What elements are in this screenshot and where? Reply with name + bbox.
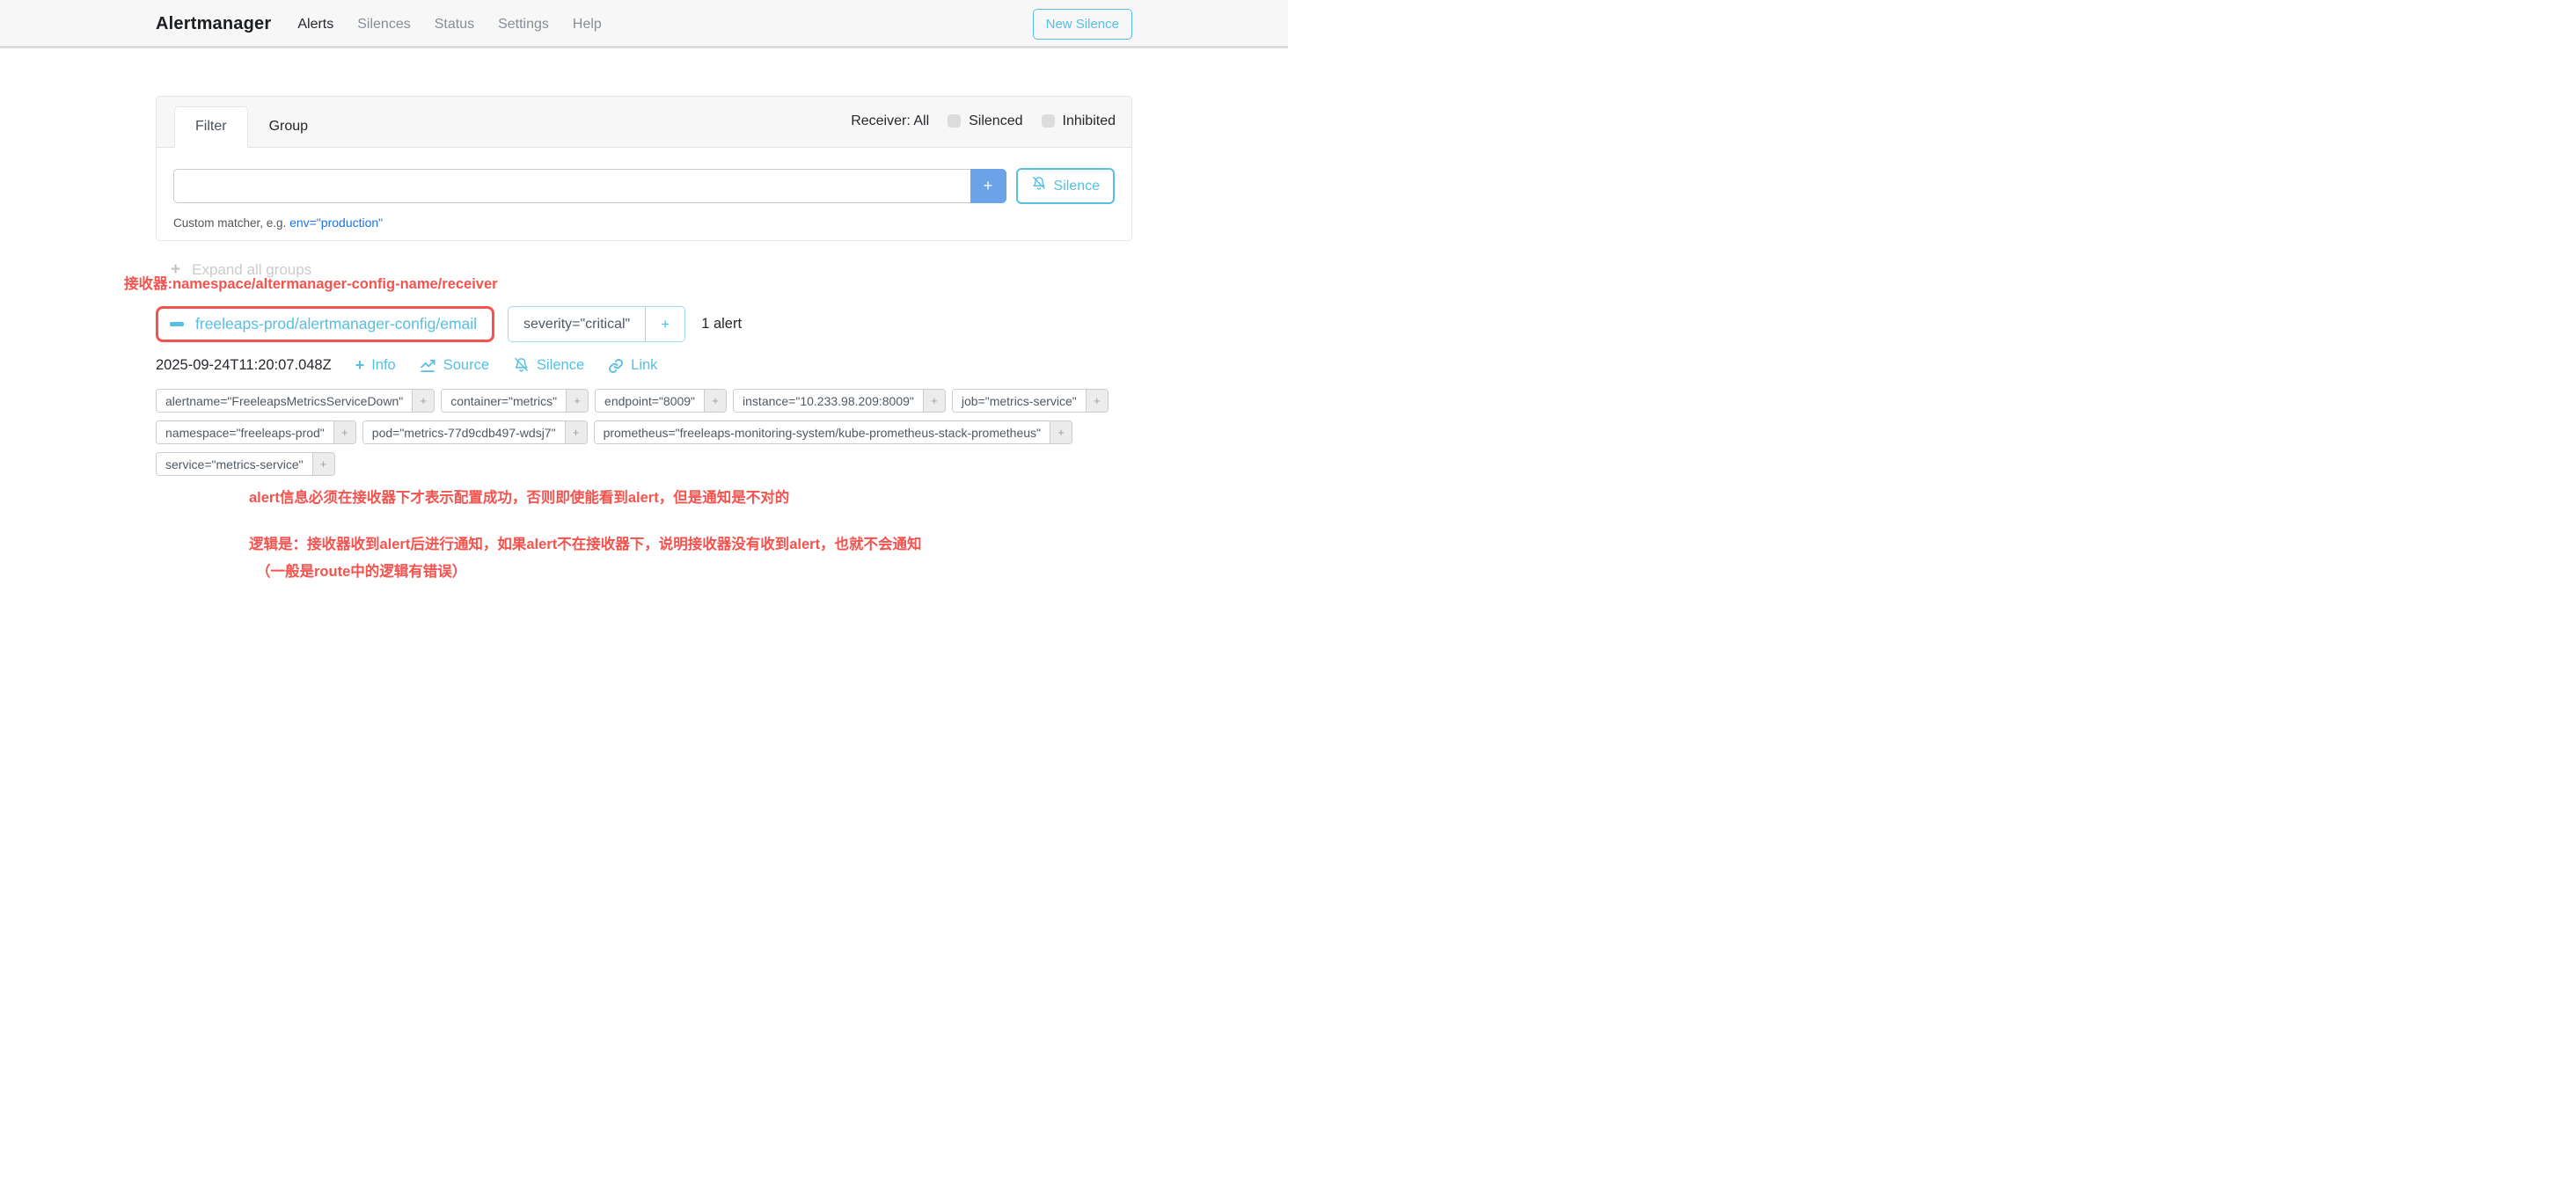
alert-label-add-filter-button[interactable]: +	[333, 421, 355, 443]
alert-label-tag: alertname="FreeleapsMetricsServiceDown"+	[156, 389, 435, 413]
silence-alert-link[interactable]: Silence	[513, 357, 584, 374]
alert-labels: alertname="FreeleapsMetricsServiceDown"+…	[156, 389, 1132, 476]
inhibited-checkbox[interactable]	[1042, 114, 1055, 128]
matcher-input[interactable]	[173, 169, 970, 203]
alert-label-text[interactable]: job="metrics-service"	[953, 390, 1086, 412]
plus-icon: +	[355, 356, 365, 375]
source-label: Source	[443, 357, 489, 374]
annotation-highlight-box[interactable]: freeleaps-prod/alertmanager-config/email	[156, 306, 494, 342]
alert-label-add-filter-button[interactable]: +	[566, 390, 588, 412]
alert-label-tag: endpoint="8009"+	[595, 389, 727, 413]
alert-label-tag: namespace="freeleaps-prod"+	[156, 420, 356, 444]
group-matcher-label: severity="critical"	[509, 307, 645, 341]
alert-label-text[interactable]: pod="metrics-77d9cdb497-wdsj7"	[363, 421, 565, 443]
group-name[interactable]: freeleaps-prod/alertmanager-config/email	[195, 315, 477, 333]
new-silence-button[interactable]: New Silence	[1033, 9, 1132, 40]
nav-item-silences[interactable]: Silences	[357, 17, 410, 33]
silence-button-label: Silence	[1054, 179, 1100, 194]
alert-label-text[interactable]: alertname="FreeleapsMetricsServiceDown"	[157, 390, 412, 412]
alert-label-add-filter-button[interactable]: +	[412, 390, 434, 412]
inhibited-toggle[interactable]: Inhibited	[1042, 113, 1116, 129]
alert-actions-row: 2025-09-24T11:20:07.048Z + Info	[156, 356, 1132, 375]
alert-label-tag: service="metrics-service"+	[156, 452, 335, 476]
alert-label-tag: job="metrics-service"+	[952, 389, 1109, 413]
alert-count: 1 alert	[701, 316, 742, 333]
helper-text: Custom matcher, e.g.	[173, 216, 286, 230]
annotation-note-3: （一般是route中的逻辑有错误）	[256, 559, 1132, 581]
info-link[interactable]: + Info	[355, 356, 396, 375]
alert-label-tag: instance="10.233.98.209:8009"+	[733, 389, 946, 413]
alert-label-add-filter-button[interactable]: +	[1086, 390, 1108, 412]
link-icon	[608, 358, 624, 374]
filter-card-header: Filter Group Receiver: All Silenced Inhi…	[157, 97, 1131, 148]
inhibited-label: Inhibited	[1063, 113, 1116, 129]
alert-label-text[interactable]: prometheus="freeleaps-monitoring-system/…	[595, 421, 1050, 443]
app-brand[interactable]: Alertmanager	[156, 14, 271, 34]
nav-item-alerts[interactable]: Alerts	[297, 17, 333, 33]
alert-label-text[interactable]: container="metrics"	[442, 390, 566, 412]
alert-label-add-filter-button[interactable]: +	[565, 421, 587, 443]
nav-item-help[interactable]: Help	[573, 17, 602, 33]
nav-item-settings[interactable]: Settings	[498, 17, 549, 33]
alert-label-add-filter-button[interactable]: +	[923, 390, 945, 412]
silence-label: Silence	[537, 357, 584, 374]
annotation-note-2: 逻辑是：接收器收到alert后进行通知，如果alert不在接收器下，说明接收器没…	[249, 532, 1132, 553]
alert-label-text[interactable]: endpoint="8009"	[596, 390, 704, 412]
alert-label-tag: pod="metrics-77d9cdb497-wdsj7"+	[362, 420, 588, 444]
alert-label-text[interactable]: service="metrics-service"	[157, 453, 312, 475]
collapse-minus-icon	[170, 322, 184, 326]
navbar: Alertmanager Alerts Silences Status Sett…	[0, 0, 1288, 48]
alert-detail: 2025-09-24T11:20:07.048Z + Info	[156, 356, 1132, 581]
alert-group-row: freeleaps-prod/alertmanager-config/email…	[156, 306, 1132, 342]
group-matcher-tag: severity="critical" +	[508, 306, 685, 342]
chart-line-icon	[420, 357, 436, 374]
alert-label-add-filter-button[interactable]: +	[312, 453, 334, 475]
receiver-dropdown[interactable]: Receiver: All	[851, 113, 929, 129]
silenced-toggle[interactable]: Silenced	[948, 113, 1022, 129]
page: Alertmanager Alerts Silences Status Sett…	[0, 0, 1288, 592]
annotation-note-1: alert信息必须在接收器下才表示配置成功，否则即使能看到alert，但是通知是…	[249, 486, 1132, 507]
link-label: Link	[631, 357, 657, 374]
header-controls: Receiver: All Silenced Inhibited	[851, 113, 1116, 131]
alert-label-text[interactable]: namespace="freeleaps-prod"	[157, 421, 333, 443]
nav-links: Alerts Silences Status Settings Help	[297, 17, 601, 33]
tab-group[interactable]: Group	[248, 106, 329, 147]
filter-card-body: + Silence	[157, 148, 1131, 240]
matcher-helper: Custom matcher, e.g. env="production"	[173, 216, 1115, 230]
add-matcher-button[interactable]: +	[970, 169, 1006, 203]
alert-label-tag: container="metrics"+	[441, 389, 589, 413]
tab-filter[interactable]: Filter	[174, 106, 248, 148]
alert-label-text[interactable]: instance="10.233.98.209:8009"	[734, 390, 923, 412]
filter-card: Filter Group Receiver: All Silenced Inhi…	[156, 96, 1132, 241]
info-label: Info	[371, 357, 396, 374]
alert-label-tag: prometheus="freeleaps-monitoring-system/…	[594, 420, 1072, 444]
silenced-checkbox[interactable]	[948, 114, 961, 128]
helper-example-link[interactable]: env="production"	[289, 216, 383, 230]
source-link[interactable]: Source	[420, 357, 489, 374]
groups-header: + Expand all groups 接收器:namespace/alterm…	[156, 260, 1132, 306]
tabs: Filter Group	[174, 106, 329, 147]
main-content: Filter Group Receiver: All Silenced Inhi…	[0, 96, 1288, 581]
bell-slash-icon	[513, 357, 530, 374]
alert-timestamp: 2025-09-24T11:20:07.048Z	[156, 357, 332, 374]
annotation-receiver-note: 接收器:namespace/altermanager-config-name/r…	[124, 272, 498, 293]
generator-link[interactable]: Link	[608, 357, 657, 374]
nav-item-status[interactable]: Status	[435, 17, 474, 33]
silenced-label: Silenced	[969, 113, 1022, 129]
alert-label-add-filter-button[interactable]: +	[704, 390, 726, 412]
alert-label-add-filter-button[interactable]: +	[1050, 421, 1072, 443]
bell-slash-icon	[1031, 176, 1047, 196]
silence-button[interactable]: Silence	[1016, 168, 1115, 204]
group-matcher-add-button[interactable]: +	[645, 307, 684, 341]
